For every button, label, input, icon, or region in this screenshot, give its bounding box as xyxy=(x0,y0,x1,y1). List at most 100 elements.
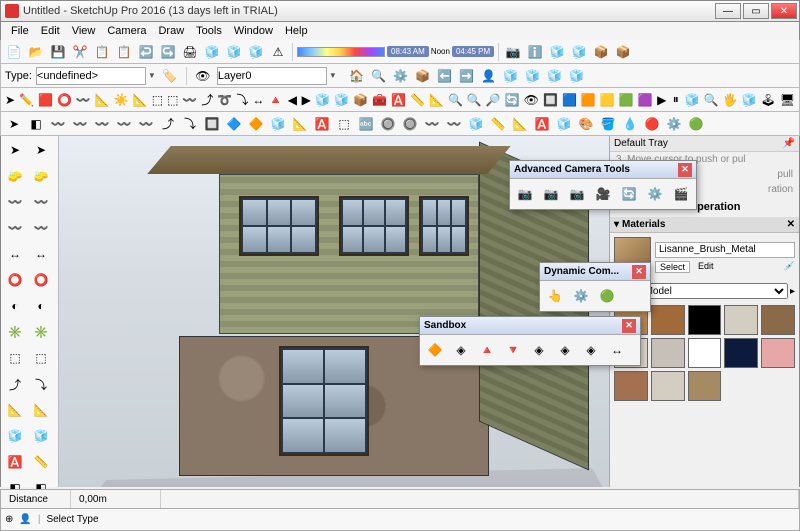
draw-btn-14[interactable]: 🅰️ xyxy=(312,114,332,134)
nav-btn-3[interactable]: 📦 xyxy=(413,66,433,86)
nav-btn-9[interactable]: 🧊 xyxy=(545,66,565,86)
left-btn-4[interactable]: 〰️ xyxy=(3,190,27,214)
large-btn-8[interactable]: ⬚ xyxy=(151,90,164,110)
material-swatch-3[interactable] xyxy=(724,305,758,335)
menu-help[interactable]: Help xyxy=(279,25,314,37)
sand-btn-2[interactable]: 🔺 xyxy=(475,338,499,362)
large-btn-26[interactable]: 🔍 xyxy=(466,90,483,110)
large-btn-36[interactable]: ▶ xyxy=(656,90,668,110)
large-btn-41[interactable]: 🧊 xyxy=(741,90,758,110)
draw-btn-12[interactable]: 🧊 xyxy=(268,114,288,134)
panel-close-icon[interactable]: ✕ xyxy=(622,319,636,333)
material-name-input[interactable] xyxy=(655,242,795,258)
panel-close-icon[interactable]: ✕ xyxy=(632,265,646,279)
nav-btn-10[interactable]: 🧊 xyxy=(567,66,587,86)
left-btn-22[interactable]: 🧊 xyxy=(3,424,27,448)
menu-window[interactable]: Window xyxy=(228,25,279,37)
maximize-button[interactable]: ▭ xyxy=(743,3,769,19)
left-btn-11[interactable]: ⭕ xyxy=(29,268,53,292)
draw-btn-29[interactable]: 🔴 xyxy=(642,114,662,134)
draw-btn-13[interactable]: 📐 xyxy=(290,114,310,134)
draw-btn-30[interactable]: ⚙️ xyxy=(664,114,684,134)
large-btn-32[interactable]: 🟧 xyxy=(580,90,597,110)
large-btn-14[interactable]: ↔ xyxy=(251,90,265,110)
large-btn-6[interactable]: ☀️ xyxy=(113,90,130,110)
large-btn-34[interactable]: 🟩 xyxy=(618,90,635,110)
large-btn-1[interactable]: ✏️ xyxy=(18,90,35,110)
advanced-camera-tools-panel[interactable]: Advanced Camera Tools✕ 📷📷📷🎥🔄⚙️🎬 xyxy=(509,160,697,210)
large-btn-10[interactable]: 〰️ xyxy=(181,90,198,110)
act-btn-5[interactable]: ⚙️ xyxy=(643,182,667,206)
std-btn-8[interactable]: 🖨 xyxy=(180,42,200,62)
ext-btn-5[interactable]: 📦 xyxy=(613,42,633,62)
large-btn-33[interactable]: 🟨 xyxy=(599,90,616,110)
act-btn-2[interactable]: 📷 xyxy=(565,182,589,206)
std-btn-12[interactable]: ⚠ xyxy=(268,42,288,62)
large-btn-43[interactable]: 🖥 xyxy=(779,90,796,110)
nav-btn-8[interactable]: 🧊 xyxy=(523,66,543,86)
std-btn-2[interactable]: 💾 xyxy=(48,42,68,62)
left-btn-0[interactable]: ➤ xyxy=(3,138,27,162)
act-btn-0[interactable]: 📷 xyxy=(513,182,537,206)
left-btn-20[interactable]: 📐 xyxy=(3,398,27,422)
draw-btn-3[interactable]: 〰️ xyxy=(70,114,90,134)
nav-btn-2[interactable]: ⚙️ xyxy=(391,66,411,86)
menu-view[interactable]: View xyxy=(66,25,102,37)
dc-btn-2[interactable]: 🟢 xyxy=(595,284,619,308)
large-btn-5[interactable]: 📐 xyxy=(94,90,111,110)
sand-btn-7[interactable]: ↔ xyxy=(605,338,629,362)
large-btn-18[interactable]: 🧊 xyxy=(314,90,331,110)
left-btn-2[interactable]: 🧽 xyxy=(3,164,27,188)
act-btn-4[interactable]: 🔄 xyxy=(617,182,641,206)
material-swatch-7[interactable] xyxy=(688,338,722,368)
large-btn-37[interactable]: ⏸ xyxy=(670,90,682,110)
large-btn-15[interactable]: 🔺 xyxy=(267,90,284,110)
large-btn-40[interactable]: 🖐 xyxy=(722,90,739,110)
viewport-3d[interactable]: Default Tray 📌 3. Move cursor to push or… xyxy=(59,136,799,487)
left-btn-18[interactable]: ⤴ xyxy=(3,372,27,396)
left-btn-14[interactable]: ✳️ xyxy=(3,320,27,344)
large-btn-11[interactable]: ⤴ xyxy=(200,90,214,110)
large-btn-2[interactable]: 🟥 xyxy=(37,90,54,110)
material-swatch-4[interactable] xyxy=(761,305,795,335)
nav-btn-4[interactable]: ⬅️ xyxy=(435,66,455,86)
large-btn-16[interactable]: ◀ xyxy=(286,90,298,110)
large-btn-24[interactable]: 📐 xyxy=(428,90,445,110)
nav-btn-1[interactable]: 🔍 xyxy=(369,66,389,86)
panel-close-icon[interactable]: ✕ xyxy=(678,163,692,177)
draw-btn-28[interactable]: 💧 xyxy=(620,114,640,134)
draw-btn-8[interactable]: ⤵ xyxy=(180,114,200,134)
large-btn-0[interactable]: ➤ xyxy=(4,90,16,110)
left-btn-5[interactable]: 〰️ xyxy=(29,190,53,214)
type-apply-icon[interactable]: 🏷️ xyxy=(160,66,180,86)
draw-btn-21[interactable]: 🧊 xyxy=(466,114,486,134)
std-btn-11[interactable]: 🧊 xyxy=(246,42,266,62)
dc-btn-0[interactable]: 👆 xyxy=(543,284,567,308)
sand-btn-1[interactable]: ◈ xyxy=(449,338,473,362)
left-btn-25[interactable]: 📏 xyxy=(29,450,53,474)
eyedropper-icon[interactable]: 💉 xyxy=(784,261,795,273)
large-btn-13[interactable]: ⤵ xyxy=(235,90,249,110)
ext-btn-0[interactable]: 📷 xyxy=(503,42,523,62)
dynamic-components-panel[interactable]: Dynamic Com...✕ 👆⚙️🟢 xyxy=(539,262,651,312)
details-icon[interactable]: ▸ xyxy=(790,286,795,297)
dropdown-icon[interactable]: ▼ xyxy=(148,71,156,80)
section-close-icon[interactable]: ✕ xyxy=(787,219,795,230)
draw-btn-20[interactable]: 〰️ xyxy=(444,114,464,134)
large-btn-7[interactable]: 📐 xyxy=(132,90,149,110)
nav-btn-7[interactable]: 🧊 xyxy=(501,66,521,86)
material-select-tab[interactable]: Select xyxy=(655,261,690,273)
type-select[interactable] xyxy=(36,67,146,85)
left-btn-19[interactable]: ⤵ xyxy=(29,372,53,396)
left-btn-17[interactable]: ⬚ xyxy=(29,346,53,370)
act-btn-3[interactable]: 🎥 xyxy=(591,182,615,206)
ext-btn-4[interactable]: 📦 xyxy=(591,42,611,62)
draw-btn-4[interactable]: 〰️ xyxy=(92,114,112,134)
large-btn-38[interactable]: 🧊 xyxy=(684,90,701,110)
left-btn-9[interactable]: ↔ xyxy=(29,242,53,266)
left-btn-12[interactable]: ◐ xyxy=(3,294,27,318)
left-btn-7[interactable]: 〰️ xyxy=(29,216,53,240)
sandbox-panel[interactable]: Sandbox✕ 🔶◈🔺🔻◈◈◈↔ xyxy=(419,316,641,366)
draw-btn-25[interactable]: 🧊 xyxy=(554,114,574,134)
ext-btn-3[interactable]: 🧊 xyxy=(569,42,589,62)
